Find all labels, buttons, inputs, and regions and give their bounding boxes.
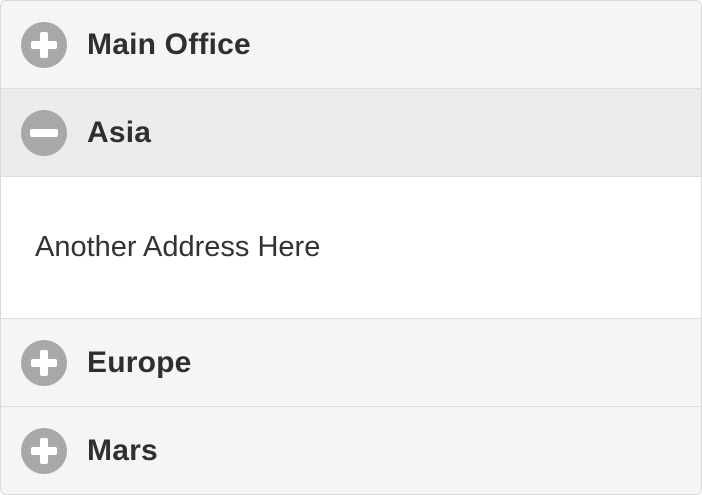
plus-circle-icon [21,339,67,386]
address-text: Another Address Here [35,231,321,263]
accordion-header-europe[interactable]: Europe [1,319,701,407]
plus-circle-icon [21,428,67,474]
accordion-header-mars[interactable]: Mars [1,407,701,494]
accordion-title: Main Office [87,27,251,61]
accordion: Main Office Asia Another Address Here Eu… [0,0,702,495]
accordion-header-main-office[interactable]: Main Office [1,1,701,89]
accordion-title: Europe [87,345,192,379]
accordion-title: Mars [87,434,158,467]
minus-circle-icon [21,109,67,156]
accordion-panel-asia: Another Address Here [1,177,701,319]
plus-circle-icon [21,21,67,68]
accordion-header-asia[interactable]: Asia [1,89,701,177]
accordion-title: Asia [87,115,152,149]
